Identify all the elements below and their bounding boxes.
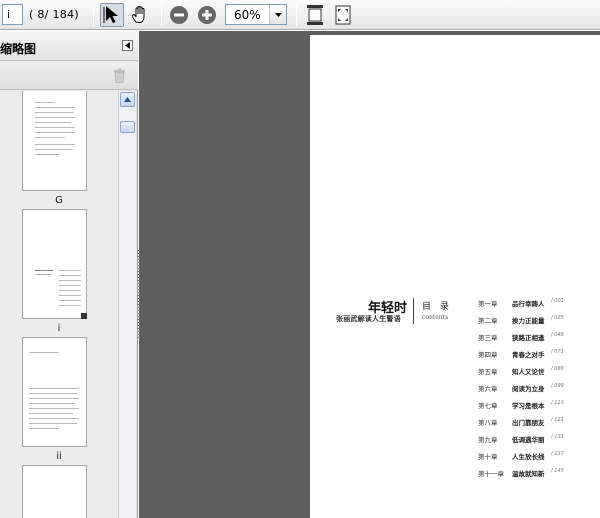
toc-title: 挨力正能量 — [512, 317, 545, 325]
toc-chapter: 第四章 — [478, 351, 498, 359]
page-count: ( 8/ 184) — [29, 8, 79, 21]
thumbnail-label: ii — [56, 451, 62, 462]
thumbnail-label: G — [55, 195, 63, 206]
document-page — [310, 35, 600, 518]
toc-page: / 137 — [551, 451, 564, 457]
toc-title: 品行幸踌人 — [512, 300, 545, 308]
toc-page: / 121 — [551, 417, 564, 423]
scroll-up-icon[interactable] — [120, 92, 135, 107]
toc-title: 人生放长线 — [512, 453, 545, 461]
zoom-in-icon — [198, 6, 216, 24]
panel-splitter[interactable] — [137, 250, 140, 340]
toc-chapter: 第一章 — [478, 300, 498, 308]
toc-title: 青春之对手 — [512, 351, 545, 359]
toc-page: / 025 — [551, 315, 564, 321]
chevron-down-icon[interactable] — [269, 5, 286, 24]
fit-page-icon — [335, 5, 351, 25]
toc-title: 阅读为立身 — [512, 385, 545, 393]
panel-header: 缩略图 — [0, 31, 138, 61]
toolbar: i ( 8/ 184) 60% — [0, 0, 600, 30]
hand-tool-icon — [132, 5, 145, 24]
scrollbar-thumb[interactable] — [120, 121, 135, 133]
toc-title: 知人又论世 — [512, 368, 545, 376]
zoom-out-icon — [170, 6, 188, 24]
page-thumbnail[interactable] — [22, 337, 87, 447]
zoom-value: 60% — [234, 8, 261, 22]
toc-chapter: 第九章 — [478, 436, 498, 444]
toolbar-separator — [296, 4, 297, 26]
page-thumbnail[interactable] — [22, 209, 87, 319]
current-page-marker — [81, 313, 87, 319]
toc-chapter: 第十章 — [478, 453, 498, 461]
toc-chapter: 第六章 — [478, 385, 498, 393]
page-number-input[interactable]: i — [2, 4, 23, 25]
fit-page-button[interactable] — [331, 3, 355, 27]
toc-chapter: 第七章 — [478, 402, 498, 410]
toc-heading-english: contents — [422, 314, 449, 321]
toc-chapter: 第八章 — [478, 419, 498, 427]
toc-title: 温故就知新 — [512, 470, 545, 478]
toc-page: / 088 — [551, 366, 564, 372]
toc-page: / 113 — [551, 400, 564, 406]
toc-title: 学习是根本 — [512, 402, 545, 410]
toc-heading: 目 录 — [422, 302, 452, 312]
panel-title: 缩略图 — [0, 42, 37, 56]
toolbar-separator — [161, 4, 162, 26]
toc-chapter: 第三章 — [478, 334, 498, 342]
select-tool-icon — [103, 6, 118, 23]
toc-page: / 145 — [551, 468, 564, 474]
toc-page: / 071 — [551, 349, 564, 355]
thumbnail-scrollbar[interactable] — [118, 91, 136, 518]
toc-chapter: 第五章 — [478, 368, 498, 376]
toc-page: / 131 — [551, 434, 564, 440]
toc-chapter: 第二章 — [478, 317, 498, 325]
toc-page: / 099 — [551, 383, 564, 389]
zoom-in-button[interactable] — [195, 3, 219, 27]
toolbar-separator — [93, 4, 94, 26]
fit-width-icon — [307, 5, 323, 25]
trash-icon[interactable] — [113, 68, 126, 86]
page-thumbnail[interactable] — [22, 465, 87, 518]
zoom-select[interactable]: 60% — [225, 4, 287, 25]
toc-title: 出门靠朋友 — [512, 419, 545, 427]
thumbnail-label: i — [57, 323, 61, 334]
collapse-panel-icon[interactable] — [122, 40, 133, 51]
toc-title: 低调遇华丽 — [512, 436, 545, 444]
toc-title: 狭路正相逢 — [512, 334, 545, 342]
toc-chapter: 第十一章 — [478, 470, 504, 478]
toc-page: / 001 — [551, 298, 564, 304]
thumbnail-list: G i ii — [0, 91, 118, 518]
title-divider — [413, 298, 414, 324]
zoom-out-button[interactable] — [167, 3, 191, 27]
hand-tool-button[interactable] — [128, 3, 152, 27]
toc-page: / 048 — [551, 332, 564, 338]
page-thumbnail[interactable] — [22, 91, 87, 191]
book-subtitle: 张丽武解读人生警语 — [336, 315, 401, 323]
select-tool-button[interactable] — [100, 3, 124, 27]
panel-tools — [0, 62, 138, 90]
fit-width-button[interactable] — [303, 3, 327, 27]
